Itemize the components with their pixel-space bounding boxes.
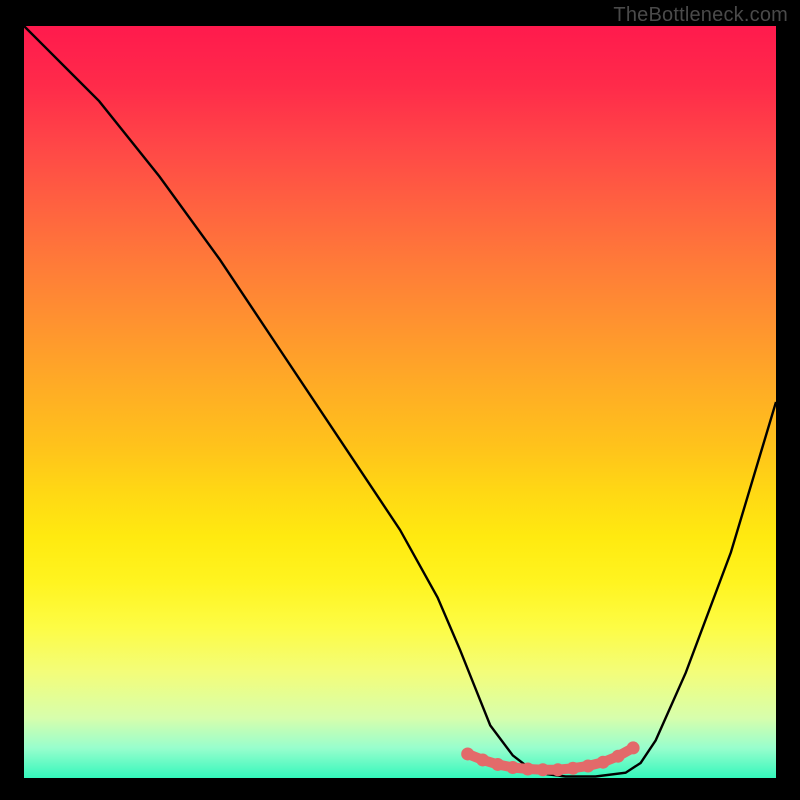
attribution-text: TheBottleneck.com [613,4,788,27]
chart-frame [24,26,776,778]
gradient-background [24,26,776,778]
